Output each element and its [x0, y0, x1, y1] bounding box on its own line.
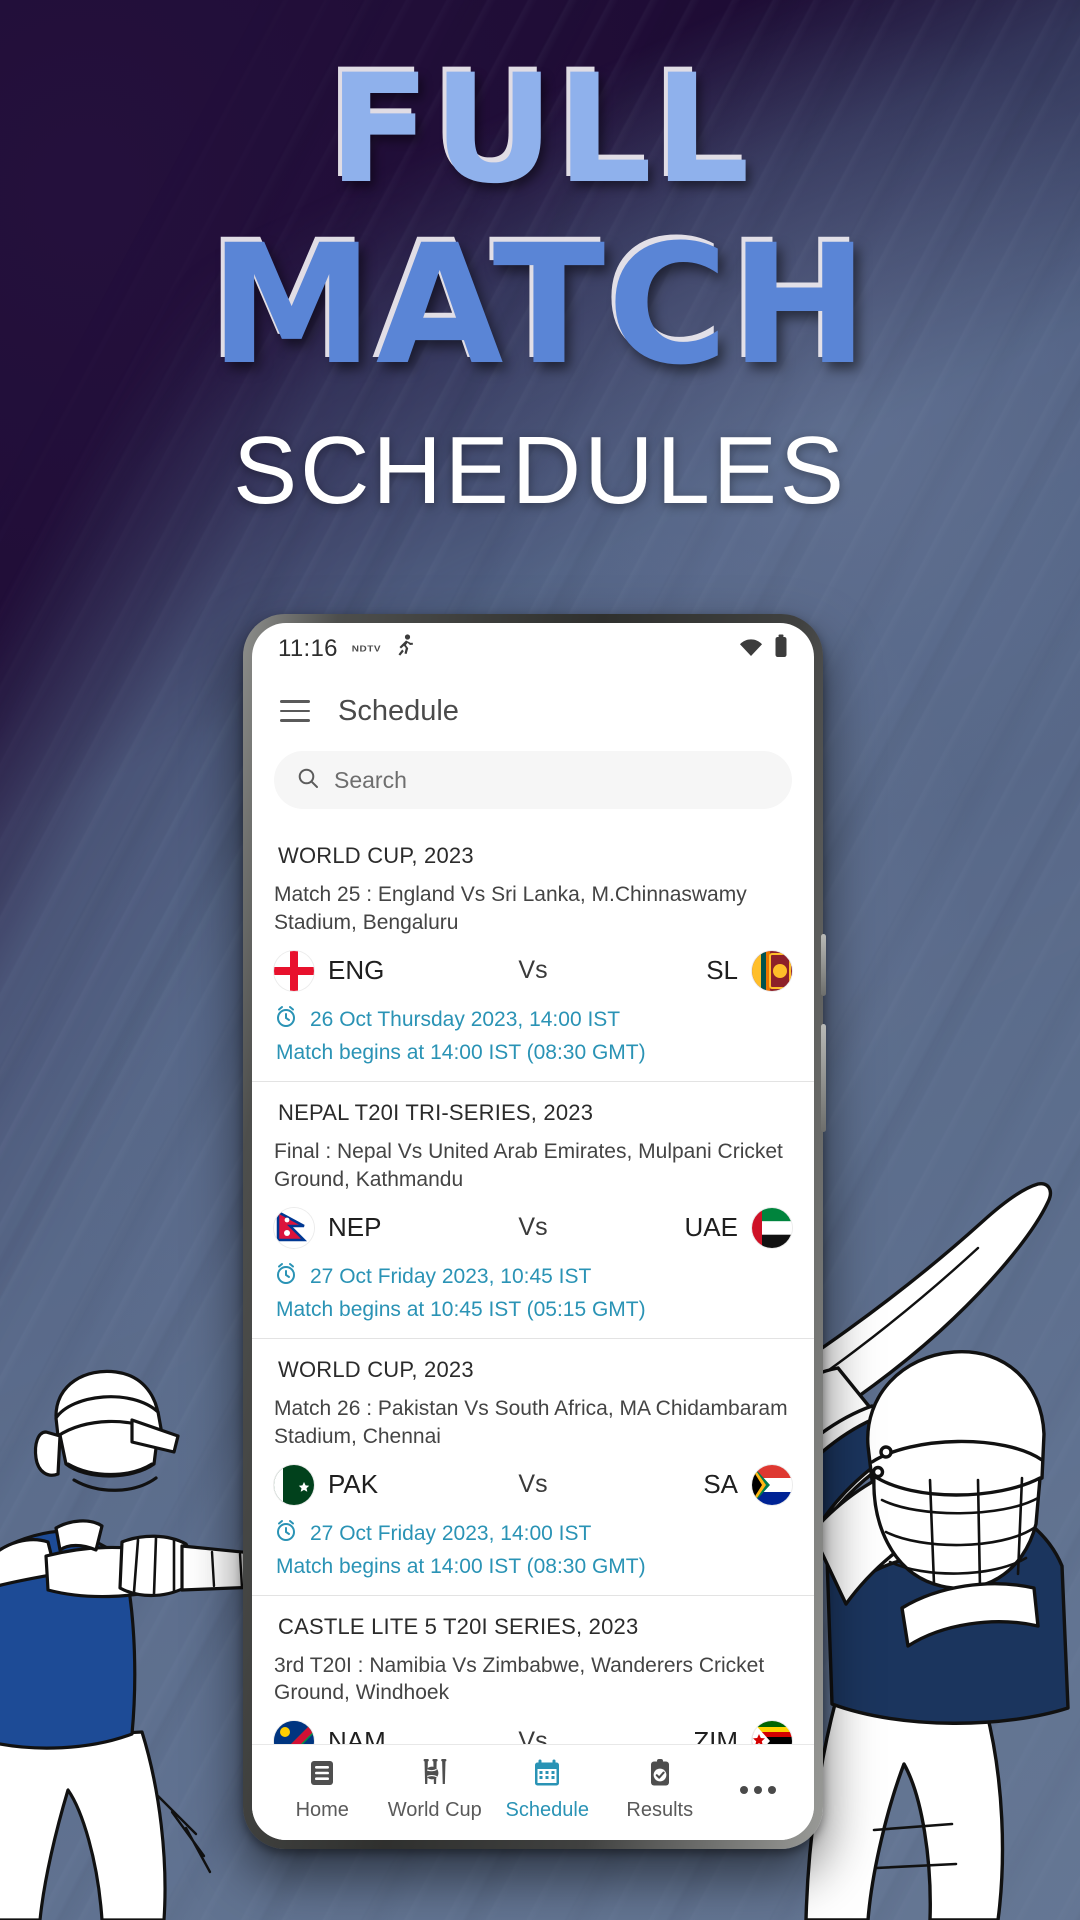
nav-label-results: Results — [626, 1798, 694, 1821]
bottom-navigation: Home World Cup Schedule Results — [252, 1744, 814, 1840]
more-horizontal-icon[interactable] — [716, 1785, 800, 1794]
nav-label-home: Home — [295, 1798, 349, 1821]
nav-label-world-cup: World Cup — [387, 1798, 482, 1821]
match-card[interactable]: NEPAL T20I TRI-SERIES, 2023 Final : Nepa… — [252, 1082, 814, 1339]
vs-label: Vs — [518, 1213, 548, 1242]
match-time: 26 Oct Thursday 2023, 14:00 IST — [310, 1007, 621, 1031]
home-team-code: PAK — [328, 1469, 379, 1500]
south-africa-flag — [752, 1464, 792, 1505]
away-team: SA — [703, 1464, 792, 1505]
home-team-code: NAM — [328, 1725, 386, 1744]
namibia-flag — [274, 1721, 314, 1744]
headline-line-full: FULL — [328, 43, 752, 217]
nav-item-schedule[interactable]: Schedule — [491, 1758, 604, 1822]
match-list[interactable]: WORLD CUP, 2023 Match 25 : England Vs Sr… — [252, 825, 814, 1744]
match-series-title: NEPAL T20I TRI-SERIES, 2023 — [278, 1099, 594, 1125]
sri-lanka-flag — [752, 950, 792, 991]
match-teams-row: PAK Vs SA — [274, 1464, 792, 1505]
england-flag — [274, 950, 314, 991]
status-time: 11:16 — [278, 635, 338, 662]
search-placeholder: Search — [334, 766, 407, 793]
more-dot — [754, 1785, 762, 1794]
search-input[interactable]: Search — [274, 751, 792, 809]
match-series-title: WORLD CUP, 2023 — [278, 843, 474, 868]
match-time: 27 Oct Friday 2023, 14:00 IST — [310, 1521, 592, 1545]
match-card[interactable]: CASTLE LITE 5 T20I SERIES, 2023 3rd T20I… — [252, 1596, 814, 1744]
match-time-row: 27 Oct Friday 2023, 14:00 IST — [274, 1519, 792, 1549]
away-team-code: UAE — [684, 1212, 738, 1243]
phone-mockup: 11:16 NDTV Schedule Search WORLD CUP, 20… — [243, 614, 826, 1849]
match-description: Final : Nepal Vs United Arab Emirates, M… — [274, 1139, 783, 1191]
home-team-code: ENG — [328, 955, 385, 986]
nav-label-schedule: Schedule — [505, 1798, 589, 1821]
poster-headline: FULL MATCH SCHEDULES — [0, 0, 1080, 526]
nav-item-results[interactable]: Results — [604, 1758, 717, 1822]
match-teams-row: NEP Vs UAE — [274, 1207, 792, 1248]
match-begins-text: Match begins at 14:00 IST (08:30 GMT) — [276, 1040, 646, 1064]
clock-icon — [274, 1005, 298, 1035]
nepal-flag — [274, 1207, 314, 1248]
app-bar: Schedule — [252, 675, 814, 747]
away-team-code: ZIM — [693, 1725, 738, 1744]
match-card[interactable]: WORLD CUP, 2023 Match 25 : England Vs Sr… — [252, 825, 814, 1082]
headline-line-schedules: SCHEDULES — [233, 417, 847, 524]
home-team: NAM — [274, 1721, 386, 1744]
away-team: ZIM — [693, 1721, 792, 1744]
away-team-code: SA — [703, 1469, 738, 1500]
activity-running-icon — [395, 634, 415, 664]
match-description: Match 26 : Pakistan Vs South Africa, MA … — [274, 1396, 788, 1448]
clock-icon — [274, 1262, 298, 1292]
match-time: 27 Oct Friday 2023, 10:45 IST — [310, 1264, 592, 1288]
match-begins-text: Match begins at 14:00 IST (08:30 GMT) — [276, 1554, 646, 1578]
nav-item-world-cup[interactable]: World Cup — [379, 1758, 492, 1822]
phone-screen: 11:16 NDTV Schedule Search WORLD CUP, 20… — [252, 623, 814, 1840]
match-time-row: 26 Oct Thursday 2023, 14:00 IST — [274, 1005, 792, 1035]
cricket-wicket-icon — [420, 1758, 450, 1793]
match-description: Match 25 : England Vs Sri Lanka, M.Chinn… — [274, 883, 747, 934]
vs-label: Vs — [518, 956, 548, 985]
more-dot — [740, 1785, 748, 1794]
hamburger-menu-icon[interactable] — [280, 700, 310, 722]
phone-power-button[interactable] — [821, 1024, 826, 1132]
match-description: 3rd T20I : Namibia Vs Zimbabwe, Wanderer… — [274, 1653, 765, 1705]
match-begins-text: Match begins at 10:45 IST (05:15 GMT) — [276, 1297, 646, 1321]
calendar-icon — [532, 1758, 562, 1793]
more-dot — [768, 1785, 776, 1794]
match-series-title: CASTLE LITE 5 T20I SERIES, 2023 — [278, 1613, 639, 1639]
battery-icon — [774, 634, 788, 664]
vs-label: Vs — [518, 1726, 548, 1744]
pakistan-flag — [274, 1464, 314, 1505]
uae-flag — [752, 1207, 792, 1248]
match-teams-row: ENG Vs SL — [274, 950, 792, 991]
away-team-code: SL — [706, 955, 738, 986]
clock-icon — [274, 1519, 298, 1549]
phone-volume-button[interactable] — [821, 934, 826, 996]
match-series-title: WORLD CUP, 2023 — [278, 1356, 474, 1382]
search-container: Search — [252, 747, 814, 825]
match-teams-row: NAM Vs ZIM — [274, 1721, 792, 1744]
page-title: Schedule — [338, 694, 459, 727]
home-team: NEP — [274, 1207, 382, 1248]
match-card[interactable]: WORLD CUP, 2023 Match 26 : Pakistan Vs S… — [252, 1339, 814, 1596]
clipboard-check-icon — [645, 1758, 675, 1793]
match-time-row: 27 Oct Friday 2023, 10:45 IST — [274, 1262, 792, 1292]
away-team: UAE — [684, 1207, 792, 1248]
home-team: PAK — [274, 1464, 379, 1505]
headline-line-match: MATCH — [209, 209, 871, 401]
away-team: SL — [706, 950, 792, 991]
ndtv-icon: NDTV — [351, 644, 382, 654]
wifi-icon — [738, 636, 764, 663]
vs-label: Vs — [518, 1470, 548, 1499]
home-team-code: NEP — [328, 1212, 382, 1243]
list-home-icon — [307, 1758, 337, 1793]
home-team: ENG — [274, 950, 385, 991]
status-bar: 11:16 NDTV — [252, 623, 814, 675]
nav-item-home[interactable]: Home — [266, 1758, 379, 1822]
search-icon — [296, 766, 320, 795]
zimbabwe-flag — [752, 1721, 792, 1744]
